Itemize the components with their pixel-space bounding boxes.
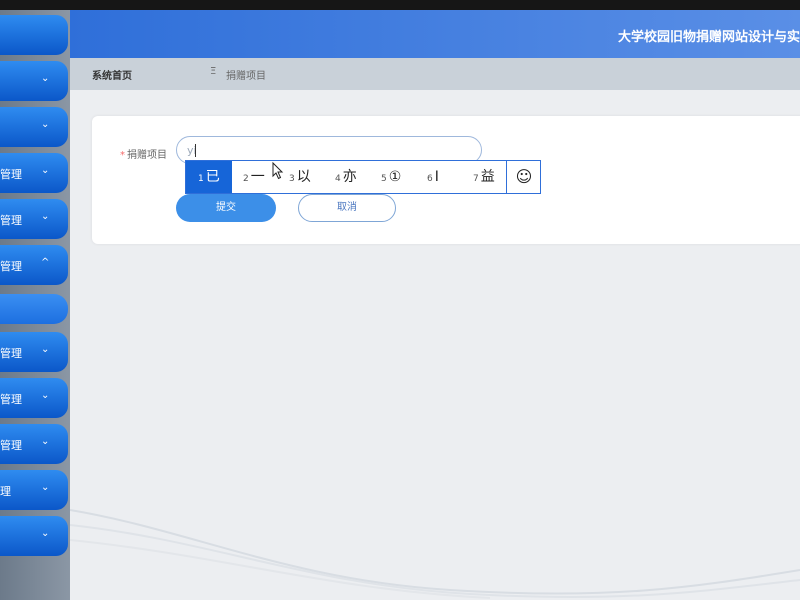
- chevron-up-icon: ^: [41, 257, 50, 268]
- chevron-down-icon: ⌄: [41, 165, 50, 176]
- mouse-cursor-icon: [272, 162, 284, 180]
- candidate-text: 益: [480, 169, 495, 185]
- sidebar-item-1[interactable]: [0, 15, 68, 55]
- sidebar-item-label: 管理: [0, 214, 22, 227]
- candidate-text: 以: [296, 169, 311, 185]
- sidebar-item-label: 管理: [0, 439, 22, 452]
- candidate-number: 7: [473, 174, 479, 184]
- top-header: 大学校园旧物捐赠网站设计与实: [70, 10, 800, 58]
- video-title-bar: [0, 0, 800, 10]
- chevron-down-icon: ⌄: [41, 390, 50, 401]
- ime-candidate[interactable]: 2一: [243, 161, 265, 193]
- chevron-down-icon: ⌄: [41, 482, 50, 493]
- breadcrumb-current: 捐赠项目: [226, 71, 266, 82]
- submit-button[interactable]: 提交: [176, 194, 276, 222]
- donation-item-label: * 捐赠项目: [120, 146, 167, 161]
- cancel-button[interactable]: 取消: [298, 194, 396, 222]
- sidebar-item-label: 管理: [0, 260, 22, 273]
- chevron-down-icon: ⌄: [41, 119, 50, 130]
- ime-candidate[interactable]: 4亦: [335, 161, 357, 193]
- emoji-icon[interactable]: ☺: [508, 161, 540, 193]
- sidebar-item-label: 管理: [0, 393, 22, 406]
- breadcrumb: 系统首页 Ξ 捐赠项目: [70, 58, 800, 90]
- sidebar-item-4[interactable]: 管理 ⌄: [0, 153, 68, 193]
- breadcrumb-home[interactable]: 系统首页: [92, 67, 132, 82]
- sidebar-item-10[interactable]: 理 ⌄: [0, 470, 68, 510]
- sidebar-item-6[interactable]: 管理 ^: [0, 245, 68, 285]
- ime-candidate[interactable]: 7益: [473, 161, 495, 193]
- candidate-number: 5: [381, 174, 387, 184]
- candidate-number: 3: [289, 174, 295, 184]
- candidate-text: Ⅰ: [434, 169, 439, 185]
- candidate-number: 4: [335, 174, 341, 184]
- sidebar-item-11[interactable]: ⌄: [0, 516, 68, 556]
- breadcrumb-separator-icon: Ξ: [210, 66, 217, 77]
- candidate-number: 2: [243, 174, 249, 184]
- sidebar: ⌄ ⌄ 管理 ⌄ 管理 ⌄ 管理 ^ 管理 ⌄ 管理 ⌄ 管理 ⌄ 理 ⌄ ⌄: [0, 10, 70, 600]
- candidate-text: 亦: [342, 169, 357, 185]
- sidebar-subitem-active[interactable]: [0, 294, 68, 324]
- candidate-number: 1: [198, 174, 204, 184]
- sidebar-item-5[interactable]: 管理 ⌄: [0, 199, 68, 239]
- ime-candidate[interactable]: 1已: [186, 161, 232, 193]
- background-wave: [70, 509, 800, 599]
- sidebar-item-label: 理: [0, 485, 11, 498]
- site-title: 大学校园旧物捐赠网站设计与实: [617, 30, 800, 45]
- sidebar-item-9[interactable]: 管理 ⌄: [0, 424, 68, 464]
- donation-item-label-text: 捐赠项目: [127, 150, 167, 161]
- sidebar-item-8[interactable]: 管理 ⌄: [0, 378, 68, 418]
- candidate-number: 6: [427, 174, 433, 184]
- candidate-text: ①: [388, 169, 402, 185]
- ime-candidate[interactable]: 6Ⅰ: [427, 161, 439, 193]
- sidebar-item-label: 管理: [0, 347, 22, 360]
- ime-divider: [506, 161, 507, 193]
- chevron-down-icon: ⌄: [41, 73, 50, 84]
- ime-candidate-bar: 1已 2一 3以 4亦 5① 6Ⅰ 7益 ☺: [185, 160, 541, 194]
- ime-candidate[interactable]: 3以: [289, 161, 311, 193]
- chevron-down-icon: ⌄: [41, 211, 50, 222]
- chevron-down-icon: ⌄: [41, 436, 50, 447]
- sidebar-item-3[interactable]: ⌄: [0, 107, 68, 147]
- sidebar-item-2[interactable]: ⌄: [0, 61, 68, 101]
- sidebar-item-label: 管理: [0, 168, 22, 181]
- required-mark: *: [120, 150, 125, 161]
- ime-candidate[interactable]: 5①: [381, 161, 401, 193]
- candidate-text: 一: [250, 169, 265, 185]
- text-caret: [195, 144, 196, 157]
- chevron-down-icon: ⌄: [41, 528, 50, 539]
- chevron-down-icon: ⌄: [41, 344, 50, 355]
- candidate-text: 已: [205, 169, 220, 185]
- sidebar-item-7[interactable]: 管理 ⌄: [0, 332, 68, 372]
